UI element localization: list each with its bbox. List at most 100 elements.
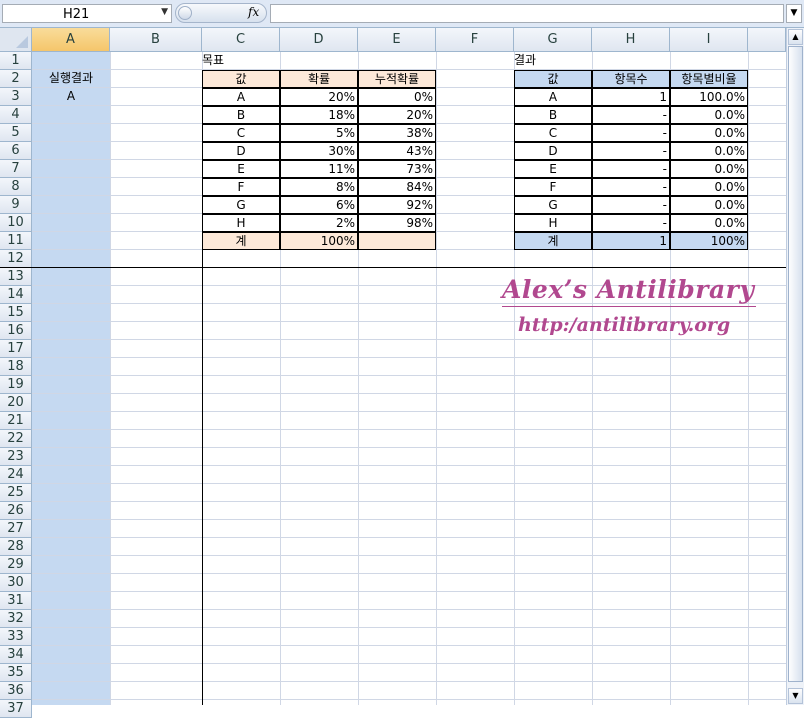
row-header-12[interactable]: 12 bbox=[0, 250, 32, 268]
row-header-24[interactable]: 24 bbox=[0, 466, 32, 484]
row-header-22[interactable]: 22 bbox=[0, 430, 32, 448]
target-table-total-cell[interactable] bbox=[358, 232, 436, 250]
row-header-4[interactable]: 4 bbox=[0, 106, 32, 124]
result-table-cell[interactable]: - bbox=[592, 142, 670, 160]
row-header-16[interactable]: 16 bbox=[0, 322, 32, 340]
result-table-cell[interactable]: - bbox=[592, 106, 670, 124]
result-table-total-cell[interactable]: 100% bbox=[670, 232, 748, 250]
result-table-cell[interactable]: 0.0% bbox=[670, 196, 748, 214]
scroll-up-icon[interactable]: ▲ bbox=[788, 29, 803, 45]
target-table-cell[interactable]: E bbox=[202, 160, 280, 178]
result-table-cell[interactable]: 0.0% bbox=[670, 106, 748, 124]
target-table-cell[interactable]: 38% bbox=[358, 124, 436, 142]
column-header-b[interactable]: B bbox=[110, 28, 202, 52]
result-table-cell[interactable]: A bbox=[514, 88, 592, 106]
formula-input[interactable] bbox=[270, 4, 784, 23]
result-table-cell[interactable]: H bbox=[514, 214, 592, 232]
column-header-c[interactable]: C bbox=[202, 28, 280, 52]
target-table-cell[interactable]: B bbox=[202, 106, 280, 124]
row-header-2[interactable]: 2 bbox=[0, 70, 32, 88]
scroll-thumb[interactable] bbox=[788, 46, 803, 682]
scroll-down-icon[interactable]: ▼ bbox=[788, 688, 803, 704]
cell-c1-title[interactable]: 목표 bbox=[202, 52, 280, 70]
target-table-cell[interactable]: 6% bbox=[280, 196, 358, 214]
row-header-28[interactable]: 28 bbox=[0, 538, 32, 556]
row-header-37[interactable]: 37 bbox=[0, 700, 32, 718]
row-header-32[interactable]: 32 bbox=[0, 610, 32, 628]
insert-function-icon[interactable]: fx bbox=[248, 5, 259, 19]
row-header-10[interactable]: 10 bbox=[0, 214, 32, 232]
target-table-cell[interactable]: 73% bbox=[358, 160, 436, 178]
formula-expand-icon[interactable]: ▼ bbox=[786, 4, 802, 23]
target-table-header[interactable]: 누적확률 bbox=[358, 70, 436, 88]
result-table-cell[interactable]: - bbox=[592, 214, 670, 232]
row-header-9[interactable]: 9 bbox=[0, 196, 32, 214]
target-table-cell[interactable]: D bbox=[202, 142, 280, 160]
result-table-cell[interactable]: - bbox=[592, 160, 670, 178]
vertical-scrollbar[interactable]: ▲ ▼ bbox=[786, 28, 804, 705]
result-table-cell[interactable]: 0.0% bbox=[670, 142, 748, 160]
row-header-33[interactable]: 33 bbox=[0, 628, 32, 646]
result-table-header[interactable]: 항목별비율 bbox=[670, 70, 748, 88]
row-header-3[interactable]: 3 bbox=[0, 88, 32, 106]
row-header-1[interactable]: 1 bbox=[0, 52, 32, 70]
target-table-cell[interactable]: 2% bbox=[280, 214, 358, 232]
target-table-cell[interactable]: A bbox=[202, 88, 280, 106]
row-header-29[interactable]: 29 bbox=[0, 556, 32, 574]
result-table-cell[interactable]: - bbox=[592, 196, 670, 214]
target-table-total-cell[interactable]: 100% bbox=[280, 232, 358, 250]
result-table-cell[interactable]: 0.0% bbox=[670, 124, 748, 142]
result-table-cell[interactable]: - bbox=[592, 124, 670, 142]
result-table-total-cell[interactable]: 1 bbox=[592, 232, 670, 250]
target-table-cell[interactable]: 43% bbox=[358, 142, 436, 160]
result-table-cell[interactable]: E bbox=[514, 160, 592, 178]
row-header-18[interactable]: 18 bbox=[0, 358, 32, 376]
row-header-25[interactable]: 25 bbox=[0, 484, 32, 502]
result-table-cell[interactable]: 0.0% bbox=[670, 160, 748, 178]
target-table-cell[interactable]: 20% bbox=[358, 106, 436, 124]
target-table-cell[interactable]: 5% bbox=[280, 124, 358, 142]
column-header-f[interactable]: F bbox=[436, 28, 514, 52]
cell-g1-title[interactable]: 결과 bbox=[514, 52, 592, 70]
column-header-d[interactable]: D bbox=[280, 28, 358, 52]
row-header-11[interactable]: 11 bbox=[0, 232, 32, 250]
target-table-cell[interactable]: C bbox=[202, 124, 280, 142]
target-table-cell[interactable]: 20% bbox=[280, 88, 358, 106]
result-table-cell[interactable]: B bbox=[514, 106, 592, 124]
target-table-cell[interactable]: 11% bbox=[280, 160, 358, 178]
row-header-5[interactable]: 5 bbox=[0, 124, 32, 142]
target-table-header[interactable]: 값 bbox=[202, 70, 280, 88]
name-box[interactable]: H21 ▼ bbox=[2, 4, 172, 23]
result-table-total-cell[interactable]: 계 bbox=[514, 232, 592, 250]
target-table-cell[interactable]: 0% bbox=[358, 88, 436, 106]
select-all-corner[interactable] bbox=[0, 28, 32, 52]
row-header-13[interactable]: 13 bbox=[0, 268, 32, 286]
result-table-cell[interactable]: 0.0% bbox=[670, 214, 748, 232]
row-header-34[interactable]: 34 bbox=[0, 646, 32, 664]
row-header-15[interactable]: 15 bbox=[0, 304, 32, 322]
column-header-e[interactable]: E bbox=[358, 28, 436, 52]
row-header-30[interactable]: 30 bbox=[0, 574, 32, 592]
row-header-26[interactable]: 26 bbox=[0, 502, 32, 520]
row-header-19[interactable]: 19 bbox=[0, 376, 32, 394]
row-header-23[interactable]: 23 bbox=[0, 448, 32, 466]
result-table-cell[interactable]: 1 bbox=[592, 88, 670, 106]
result-table-cell[interactable]: 0.0% bbox=[670, 178, 748, 196]
target-table-total-cell[interactable]: 계 bbox=[202, 232, 280, 250]
row-header-27[interactable]: 27 bbox=[0, 520, 32, 538]
row-header-31[interactable]: 31 bbox=[0, 592, 32, 610]
target-table-header[interactable]: 확률 bbox=[280, 70, 358, 88]
target-table-cell[interactable]: F bbox=[202, 178, 280, 196]
result-table-cell[interactable]: G bbox=[514, 196, 592, 214]
name-box-dropdown-icon[interactable]: ▼ bbox=[161, 7, 168, 17]
target-table-cell[interactable]: 84% bbox=[358, 178, 436, 196]
result-table-header[interactable]: 값 bbox=[514, 70, 592, 88]
row-header-20[interactable]: 20 bbox=[0, 394, 32, 412]
row-header-35[interactable]: 35 bbox=[0, 664, 32, 682]
cell-a2-label[interactable]: 실행결과 bbox=[32, 70, 110, 88]
row-header-36[interactable]: 36 bbox=[0, 682, 32, 700]
column-header-i[interactable]: I bbox=[670, 28, 748, 52]
target-table-cell[interactable]: 98% bbox=[358, 214, 436, 232]
result-table-cell[interactable]: F bbox=[514, 178, 592, 196]
result-table-cell[interactable]: 100.0% bbox=[670, 88, 748, 106]
